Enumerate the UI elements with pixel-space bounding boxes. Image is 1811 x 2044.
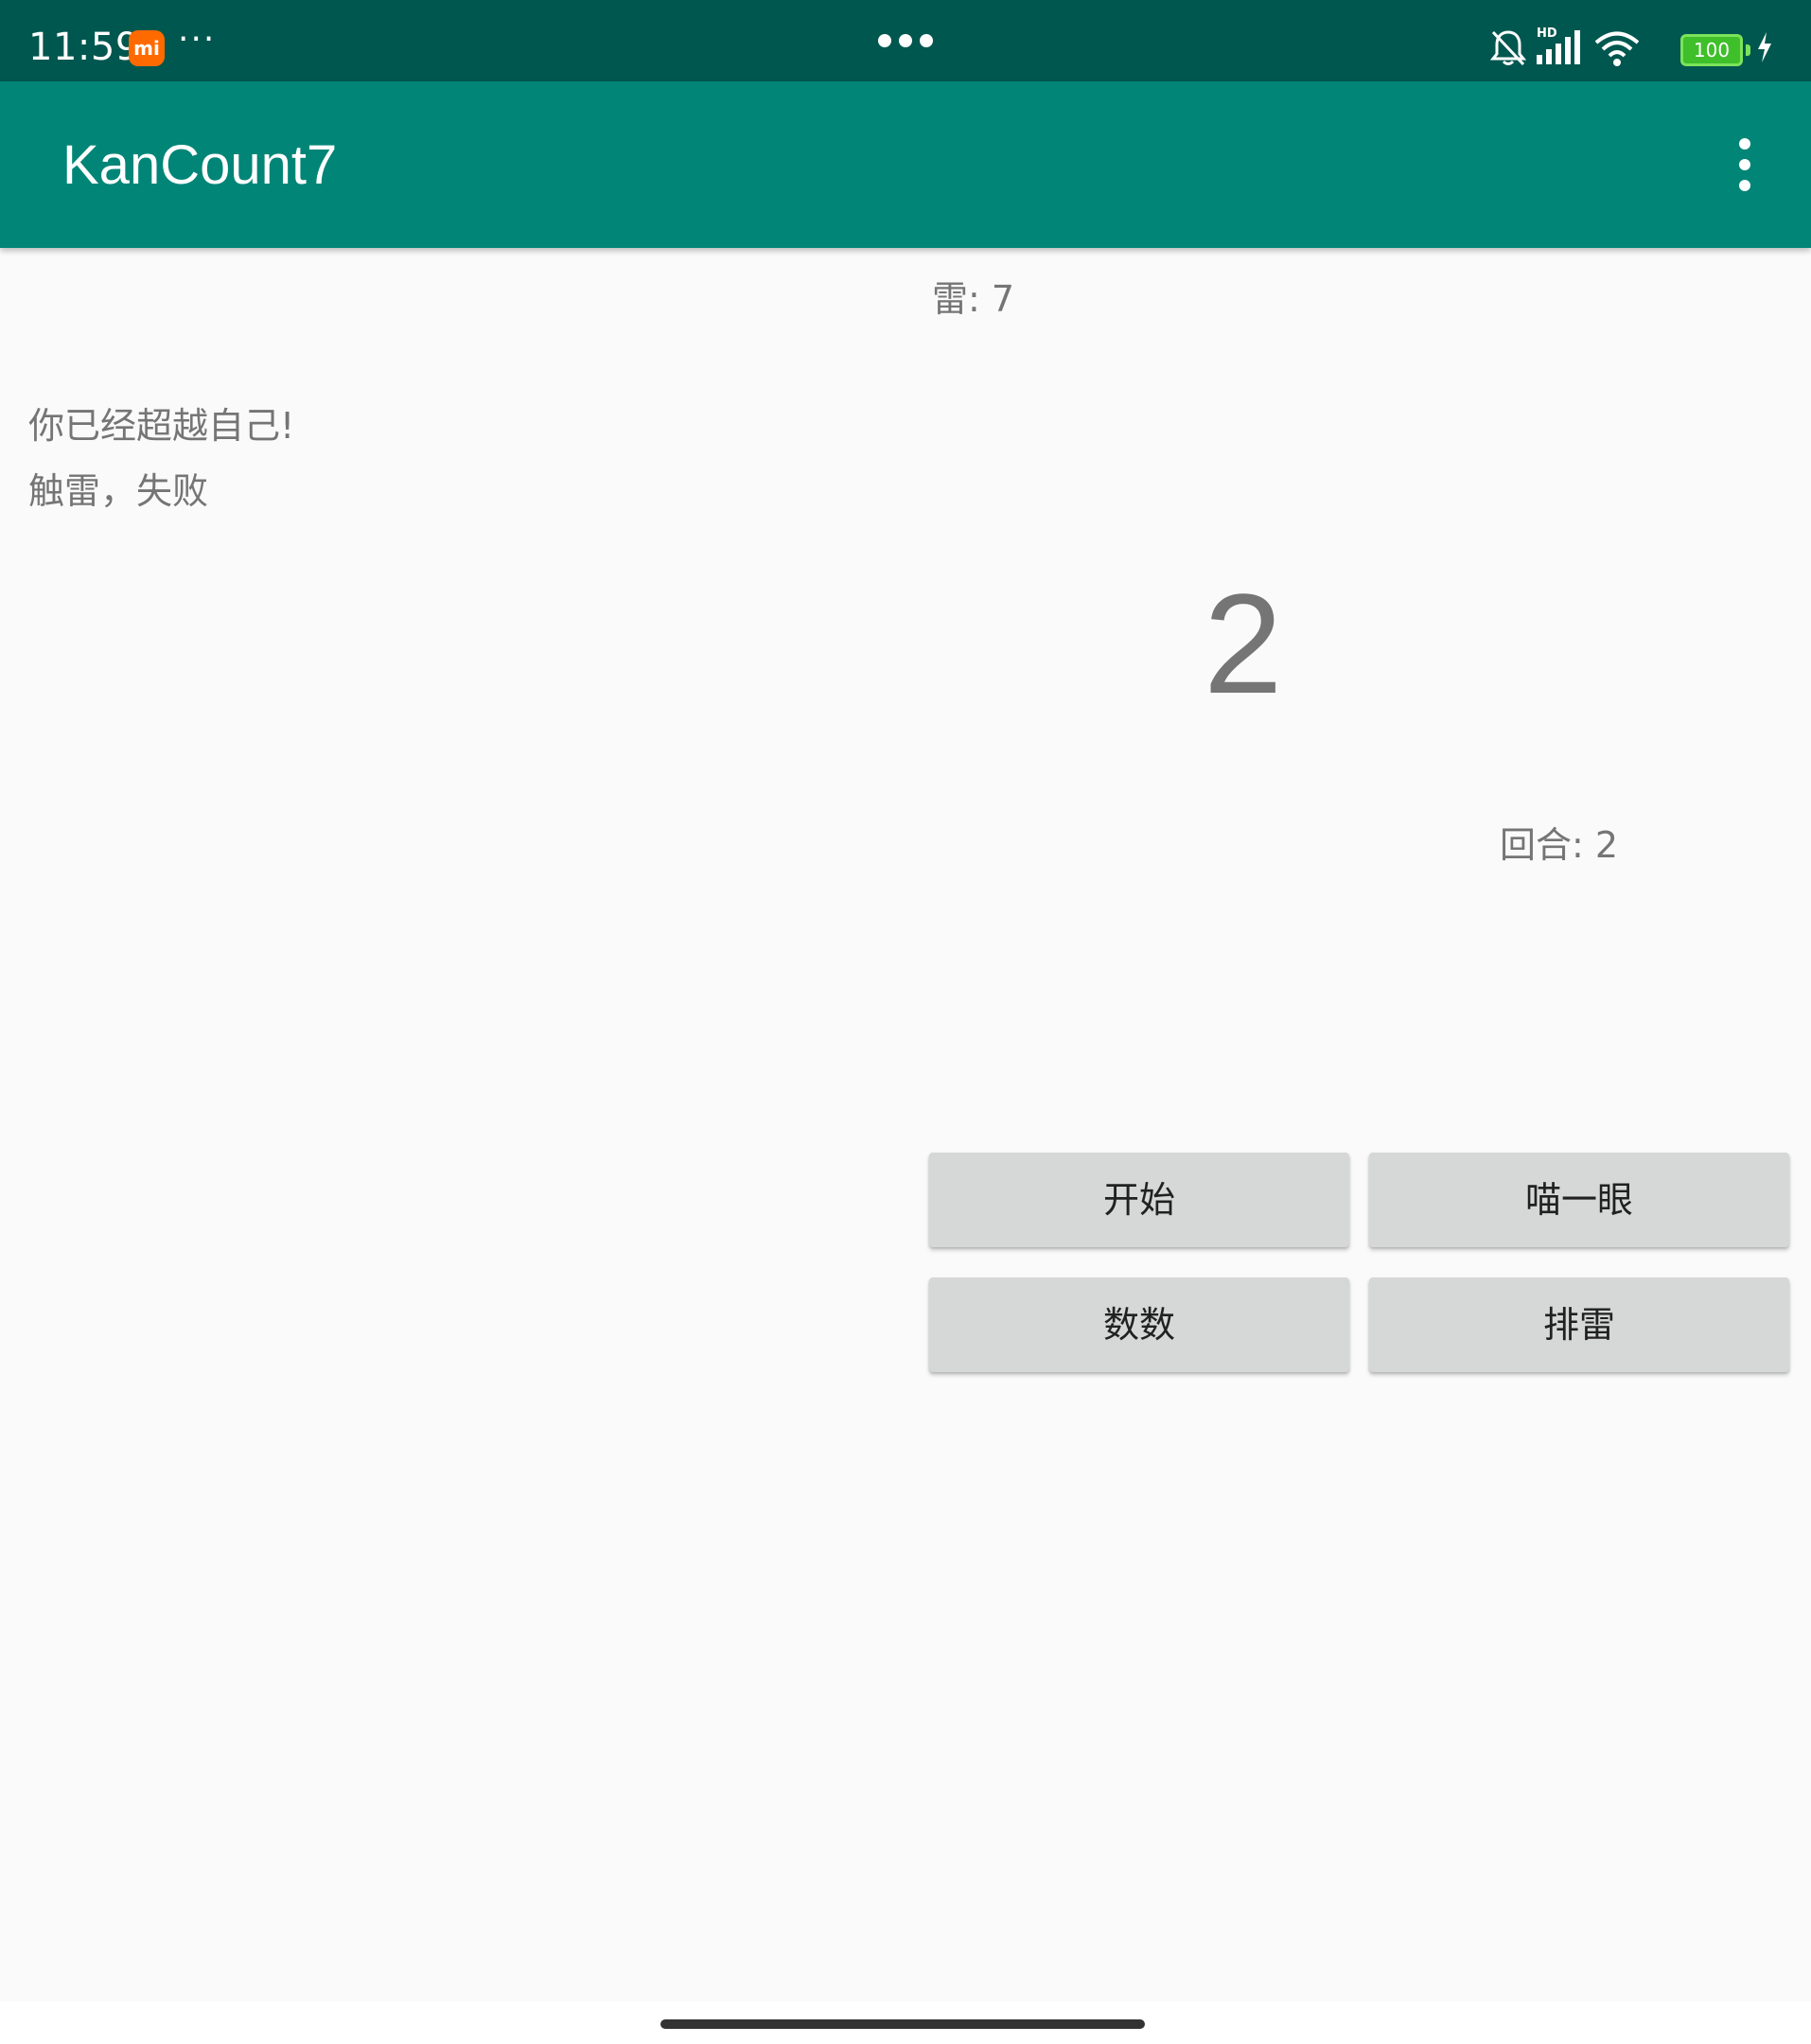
mine-count-label: 雷: 7: [932, 278, 1015, 320]
mi-notification-icon: mi: [129, 30, 165, 66]
bell-off-icon: [1489, 30, 1527, 66]
center-dots-icon: [878, 34, 935, 49]
home-indicator[interactable]: [660, 2019, 1145, 2029]
app-bar: KanCount7: [0, 81, 1811, 248]
battery-icon: 100: [1680, 34, 1743, 66]
sweep-mine-button[interactable]: 排雷: [1369, 1278, 1789, 1372]
peek-button[interactable]: 喵一眼: [1369, 1153, 1789, 1247]
message-line: 触雷，失败: [28, 470, 209, 512]
battery-level: 100: [1693, 39, 1731, 62]
signal-icon: HD: [1537, 26, 1580, 64]
hd-label: HD: [1537, 26, 1557, 41]
status-icons: HD 100: [1489, 25, 1773, 72]
status-time: 11:59: [28, 26, 140, 69]
charging-icon: [1758, 32, 1771, 62]
app-title: KanCount7: [62, 134, 338, 196]
start-button[interactable]: 开始: [929, 1153, 1349, 1247]
status-bar: 11:59 mi ··· HD 100: [0, 0, 1811, 81]
message-line: 你已经超越自己!: [28, 405, 295, 447]
more-notifications-icon: ···: [178, 20, 217, 59]
current-number: 2: [1204, 564, 1283, 723]
round-label: 回合: 2: [1500, 824, 1619, 866]
count-button[interactable]: 数数: [929, 1278, 1349, 1372]
wifi-icon: [1594, 31, 1640, 66]
battery-cap: [1746, 44, 1750, 56]
more-vert-icon[interactable]: [1735, 138, 1754, 191]
